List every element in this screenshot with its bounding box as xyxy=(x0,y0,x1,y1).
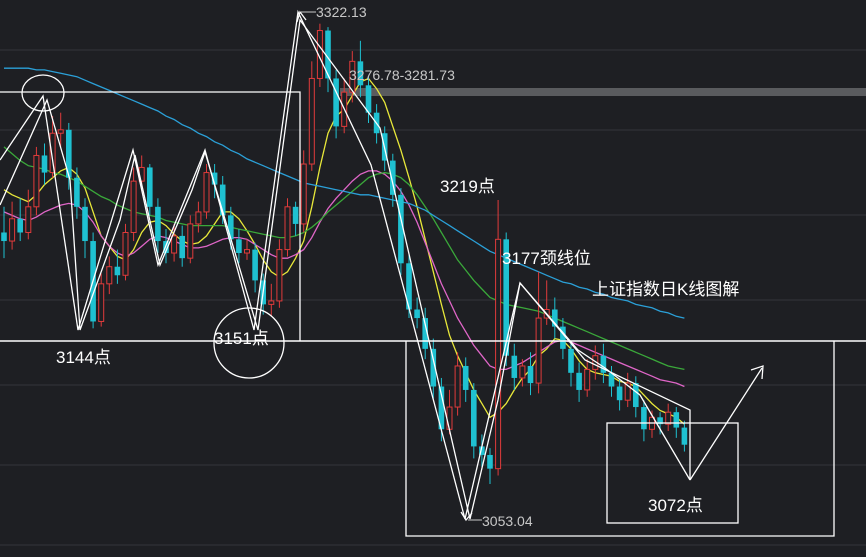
label-3144: 3144点 xyxy=(56,348,111,367)
candle-body-12 xyxy=(98,283,105,322)
candle-body-7 xyxy=(57,129,64,134)
candle-body-25 xyxy=(203,172,210,213)
low-price-label: 3053.04 xyxy=(482,513,533,529)
candle-body-37 xyxy=(300,163,307,225)
candle-body-19 xyxy=(155,206,161,242)
candle-body-79 xyxy=(641,407,647,430)
candle-body-56 xyxy=(454,365,461,408)
candle-body-76 xyxy=(616,386,623,401)
label-3151: 3151点 xyxy=(214,329,269,348)
candle-body-1 xyxy=(9,218,16,242)
candle-body-9 xyxy=(74,177,80,207)
candle-body-51 xyxy=(414,309,420,319)
candle-body-72 xyxy=(584,368,591,391)
circle-top-left xyxy=(21,74,65,112)
candle-body-41 xyxy=(333,78,339,127)
candle-body-35 xyxy=(284,206,291,251)
candle-body-58 xyxy=(471,389,477,447)
candle-body-70 xyxy=(568,348,574,373)
projection-arrowhead xyxy=(750,365,764,380)
candle-body-64 xyxy=(519,365,526,379)
candle-body-36 xyxy=(292,206,299,224)
gap-zone-label: 3276.78-3281.73 xyxy=(349,67,455,83)
candle-body-65 xyxy=(527,365,534,384)
candle-body-23 xyxy=(187,223,194,259)
candle-body-57 xyxy=(462,365,469,390)
gap-band xyxy=(340,88,866,96)
candle-body-63 xyxy=(511,355,518,378)
candle-body-14 xyxy=(114,266,121,276)
candle-body-15 xyxy=(122,231,129,276)
candle-body-71 xyxy=(576,372,582,390)
candle-body-84 xyxy=(681,427,688,445)
candle-body-2 xyxy=(17,218,23,233)
candle-body-66 xyxy=(535,317,542,384)
candle-body-61 xyxy=(495,238,502,470)
candle-body-16 xyxy=(130,180,137,233)
label-3177-neckline: 3177颈线位 xyxy=(502,249,591,268)
candle-body-13 xyxy=(106,266,113,285)
label-3219: 3219点 xyxy=(440,177,495,196)
gap-zone xyxy=(340,88,866,96)
candle-body-29 xyxy=(236,239,242,254)
candle-body-55 xyxy=(446,406,453,430)
candle-body-6 xyxy=(49,132,56,174)
label-3072: 3072点 xyxy=(648,496,703,515)
range-box-left xyxy=(0,91,301,341)
candle-body-21 xyxy=(171,235,178,254)
candle-body-31 xyxy=(252,249,258,281)
candle-body-78 xyxy=(633,383,639,408)
chart-title: 上证指数日K线图解 xyxy=(592,280,739,299)
candle-body-18 xyxy=(147,167,153,207)
candle-body-83 xyxy=(673,412,680,428)
candle-body-34 xyxy=(276,249,283,302)
candle-body-33 xyxy=(268,300,275,305)
kline-chart: 3322.13 3276.78-3281.73 3053.04 3144点 31… xyxy=(0,4,866,546)
candle-body-3 xyxy=(25,206,32,233)
candle-body-4 xyxy=(33,154,40,208)
candle-body-30 xyxy=(244,249,250,254)
candle-body-24 xyxy=(195,211,202,225)
candle-body-0 xyxy=(1,232,7,242)
candle-body-22 xyxy=(179,235,185,259)
high-price-label: 3322.13 xyxy=(316,4,367,20)
candle-body-45 xyxy=(365,85,372,113)
candle-body-10 xyxy=(82,206,88,242)
lower-box xyxy=(405,341,835,537)
candle-body-38 xyxy=(308,77,315,165)
candle-body-60 xyxy=(487,454,493,469)
candle-body-5 xyxy=(41,155,48,173)
